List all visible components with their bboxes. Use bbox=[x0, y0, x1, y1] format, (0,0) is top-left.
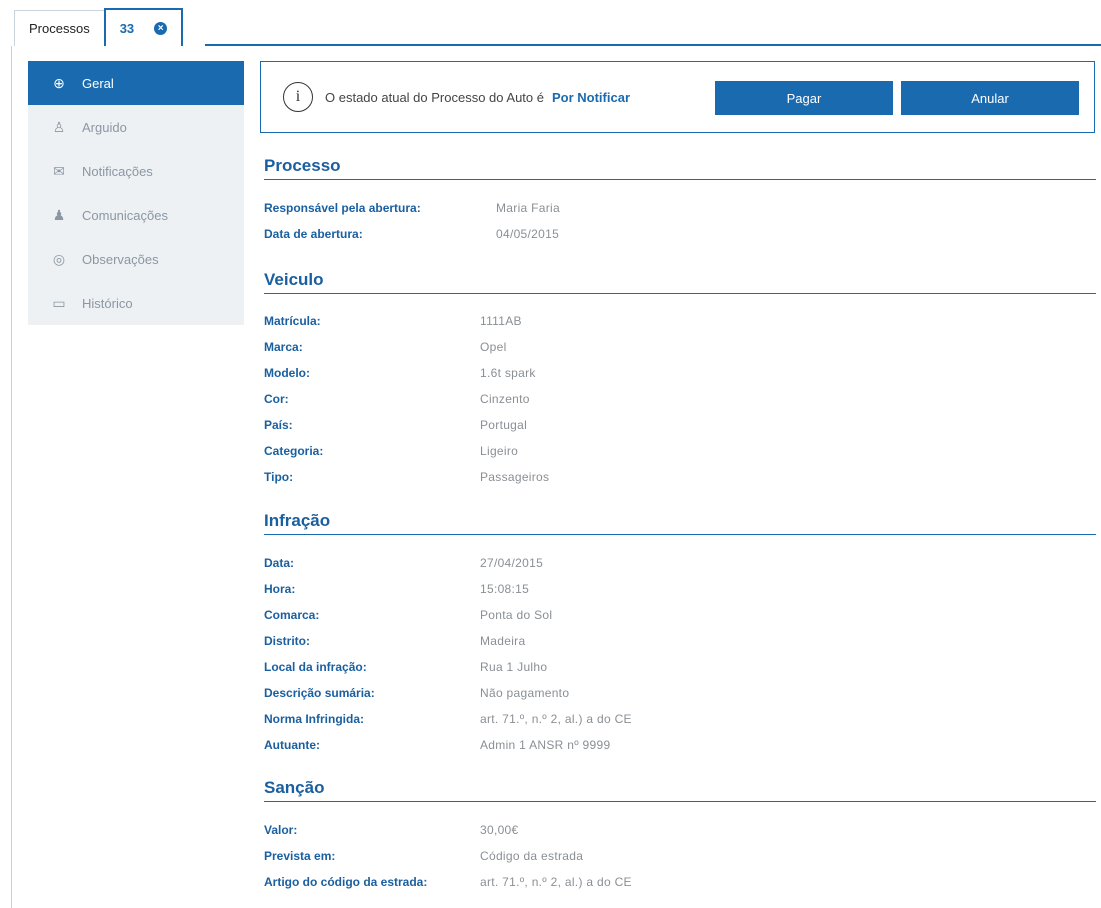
detail-row: Comarca: Ponta do Sol bbox=[264, 605, 552, 625]
detail-value: Ponta do Sol bbox=[480, 608, 553, 622]
detail-label: Responsável pela abertura: bbox=[264, 201, 421, 215]
detail-row: Prevista em: Código da estrada bbox=[264, 846, 583, 866]
detail-row: Tipo: Passageiros bbox=[264, 467, 549, 487]
detail-label: Matrícula: bbox=[264, 314, 321, 328]
sidebar-item-comunicacoes[interactable]: ♟ Comunicações bbox=[28, 193, 244, 237]
sidebar-item-label: Arguido bbox=[82, 119, 127, 135]
sidebar-item-label: Geral bbox=[82, 75, 114, 91]
detail-row: Modelo: 1.6t spark bbox=[264, 363, 536, 383]
detail-label: Categoria: bbox=[264, 444, 324, 458]
detail-value: Madeira bbox=[480, 634, 526, 648]
sidebar-item-label: Comunicações bbox=[82, 207, 168, 223]
tab-bar: Processos 33 × bbox=[14, 8, 184, 46]
sidebar: ⊕ Geral ♙ Arguido ✉ Notificações ♟ Comun… bbox=[28, 61, 244, 325]
sidebar-item-historico[interactable]: ▭ Histórico bbox=[28, 281, 244, 325]
sidebar-item-arguido[interactable]: ♙ Arguido bbox=[28, 105, 244, 149]
tab-processos-label: Processos bbox=[29, 21, 90, 36]
detail-value: art. 71.º, n.º 2, al.) a do CE bbox=[480, 712, 632, 726]
detail-row: País: Portugal bbox=[264, 415, 527, 435]
detail-value: 30,00€ bbox=[480, 823, 519, 837]
detail-value: 15:08:15 bbox=[480, 582, 530, 596]
section-title-processo: Processo bbox=[264, 156, 1096, 180]
detail-label: País: bbox=[264, 418, 293, 432]
detail-row: Data de abertura: 04/05/2015 bbox=[264, 224, 559, 244]
detail-value: Opel bbox=[480, 340, 507, 354]
status-state: Por Notificar bbox=[551, 89, 630, 105]
info-icon: i bbox=[283, 82, 313, 112]
detail-label: Valor: bbox=[264, 823, 298, 837]
tab-process-33-label: 33 bbox=[119, 20, 135, 36]
detail-row: Norma Infringida: art. 71.º, n.º 2, al.)… bbox=[264, 709, 632, 729]
detail-label: Data: bbox=[264, 556, 295, 570]
eye-icon: ◎ bbox=[52, 250, 66, 267]
detail-value: Código da estrada bbox=[480, 849, 584, 863]
users-icon: ♟ bbox=[52, 206, 66, 223]
detail-row: Data: 27/04/2015 bbox=[264, 553, 543, 573]
sidebar-item-label: Notificações bbox=[82, 163, 153, 179]
detail-label: Descrição sumária: bbox=[264, 686, 375, 700]
detail-label: Tipo: bbox=[264, 470, 294, 484]
detail-value: Não pagamento bbox=[480, 686, 570, 700]
detail-label: Prevista em: bbox=[264, 849, 336, 863]
status-text: O estado atual do Processo do Auto é bbox=[325, 89, 544, 105]
detail-value: Portugal bbox=[480, 418, 528, 432]
detail-row: Hora: 15:08:15 bbox=[264, 579, 529, 599]
detail-row: Distrito: Madeira bbox=[264, 631, 525, 651]
detail-row: Artigo do código da estrada: art. 71.º, … bbox=[264, 872, 632, 892]
close-icon[interactable]: × bbox=[154, 21, 168, 35]
detail-label: Distrito: bbox=[264, 634, 310, 648]
detail-row: Local da infração: Rua 1 Julho bbox=[264, 657, 547, 677]
sidebar-item-geral[interactable]: ⊕ Geral bbox=[28, 61, 244, 105]
globe-icon: ⊕ bbox=[53, 74, 65, 91]
detail-label: Artigo do código da estrada: bbox=[264, 875, 428, 889]
detail-row: Responsável pela abertura: Maria Faria bbox=[264, 198, 560, 218]
detail-label: Marca: bbox=[264, 340, 303, 354]
detail-row: Descrição sumária: Não pagamento bbox=[264, 683, 569, 703]
detail-row: Autuante: Admin 1 ANSR nº 9999 bbox=[264, 735, 610, 755]
detail-row: Matrícula: 1111AB bbox=[264, 311, 522, 331]
section-title-veiculo: Veiculo bbox=[264, 270, 1096, 294]
detail-row: Cor: Cinzento bbox=[264, 389, 530, 409]
detail-value: art. 71.º, n.º 2, al.) a do CE bbox=[480, 875, 632, 889]
detail-value: Ligeiro bbox=[480, 444, 519, 458]
cancel-button[interactable]: Anular bbox=[901, 81, 1079, 115]
sidebar-item-label: Histórico bbox=[82, 295, 133, 311]
detail-value: 27/04/2015 bbox=[480, 556, 544, 570]
detail-value: Rua 1 Julho bbox=[480, 660, 548, 674]
detail-value: 1111AB bbox=[480, 314, 522, 328]
detail-label: Cor: bbox=[264, 392, 289, 406]
pay-button[interactable]: Pagar bbox=[715, 81, 893, 115]
detail-row: Categoria: Ligeiro bbox=[264, 441, 518, 461]
sidebar-item-notificacoes[interactable]: ✉ Notificações bbox=[28, 149, 244, 193]
detail-label: Local da infração: bbox=[264, 660, 367, 674]
section-title-infracao: Infração bbox=[264, 511, 1096, 535]
detail-value: Cinzento bbox=[480, 392, 530, 406]
detail-label: Hora: bbox=[264, 582, 296, 596]
sidebar-item-observacoes[interactable]: ◎ Observações bbox=[28, 237, 244, 281]
folder-icon: ▭ bbox=[52, 294, 66, 311]
sidebar-item-label: Observações bbox=[82, 251, 159, 267]
detail-label: Comarca: bbox=[264, 608, 320, 622]
detail-value: Admin 1 ANSR nº 9999 bbox=[480, 738, 611, 752]
detail-label: Norma Infringida: bbox=[264, 712, 365, 726]
user-icon: ♙ bbox=[52, 118, 66, 135]
detail-label: Data de abertura: bbox=[264, 227, 363, 241]
mail-icon: ✉ bbox=[53, 162, 65, 179]
status-banner: i O estado atual do Processo do Auto é P… bbox=[260, 61, 1095, 133]
section-title-sancao: Sanção bbox=[264, 778, 1096, 802]
tab-processos[interactable]: Processos bbox=[14, 10, 104, 46]
detail-label: Modelo: bbox=[264, 366, 310, 380]
detail-row: Marca: Opel bbox=[264, 337, 507, 357]
detail-value: Passageiros bbox=[480, 470, 550, 484]
detail-value: 04/05/2015 bbox=[496, 227, 560, 241]
detail-value: Maria Faria bbox=[496, 201, 560, 215]
detail-label: Autuante: bbox=[264, 738, 320, 752]
detail-row: Valor: 30,00€ bbox=[264, 820, 519, 840]
detail-value: 1.6t spark bbox=[480, 366, 536, 380]
tab-process-33[interactable]: 33 × bbox=[103, 8, 184, 46]
